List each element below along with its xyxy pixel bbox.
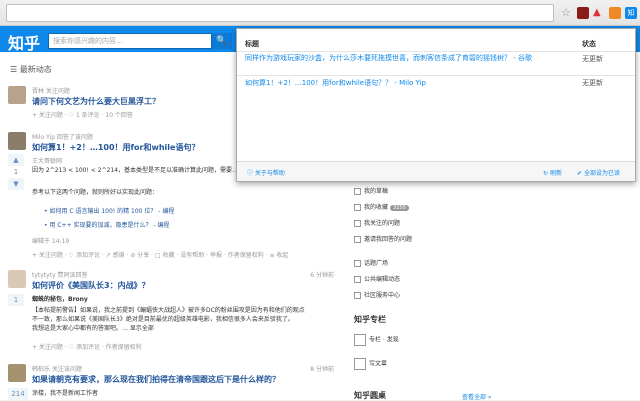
zhihu-logo[interactable]: 知乎 xyxy=(8,30,40,54)
avatar[interactable] xyxy=(8,86,26,104)
sidebar-item-followed-questions[interactable]: 我关注的问题 xyxy=(354,218,400,227)
question-title[interactable]: 请问下何文艺为什么要大巨黑浮工？ xyxy=(32,96,160,107)
draft-icon xyxy=(354,188,361,195)
popup-footer: ⓘ 关于与帮助 ↻ 刷新 ✔ 全部设为已读 xyxy=(237,161,635,181)
roundtable-heading: 知乎圆桌 xyxy=(354,391,386,400)
edit-icon xyxy=(354,276,361,283)
column-header-title: 标题 xyxy=(245,40,259,48)
column-header-status: 状态 xyxy=(582,40,596,48)
help-link[interactable]: ⓘ 关于与帮助 xyxy=(247,168,285,177)
extension-red-icon[interactable] xyxy=(577,7,589,19)
answer-author[interactable]: 涂楼，我不是新闻工作者 xyxy=(32,388,98,397)
feed-actions[interactable]: + 关注问题 · ♡ 添加评论 · 作者保留权利 xyxy=(32,342,142,351)
zhuanlan-discover-link[interactable]: 专栏 · 发现 xyxy=(354,334,399,346)
answer-author[interactable]: 王大哥聪网 xyxy=(32,156,62,165)
question-title[interactable]: 如何算1！+2！…100！用for和while语句？ xyxy=(32,142,199,153)
feed-actions[interactable]: + 关注问题 · ♡ 添加评论 · ↗ 感谢 · ⊘ 分享 · □ 收藏 · 没… xyxy=(32,250,288,259)
feed-time: 6 分钟前 xyxy=(310,272,334,279)
sidebar-item-community[interactable]: 社区服务中心 xyxy=(354,290,400,299)
divider xyxy=(237,51,635,52)
answer-link[interactable]: • 如何用 C 语言输出 100! 的精 100 位？ - 编程 xyxy=(44,206,174,215)
address-bar[interactable] xyxy=(6,4,554,22)
upvote-button[interactable]: ▲ xyxy=(8,154,24,166)
answer-body: 参考以下这两个问题，就则所好以实现此问题： xyxy=(32,189,159,196)
feed-item: 韩柏乐 关注该问题 8 分钟前 如果请朝克有要求，那么现在我们拍得在清帝国跟这后… xyxy=(8,364,334,400)
answer-body: 我想这是大家心中都有的答案吧。… 显示全部 xyxy=(32,325,154,332)
sidebar-item-collections[interactable]: 我的收藏 3150 xyxy=(354,202,409,211)
avatar[interactable] xyxy=(8,270,26,288)
feed-source: 胥林 关注问题 xyxy=(32,88,70,95)
feed-time: 8 分钟前 xyxy=(310,366,334,373)
notification-title[interactable]: 同样作为游戏玩家的沙盒，为什么莎木要死拖摸世喜，而刺客信条成了育碧的摇钱树？ -… xyxy=(245,53,565,63)
vote-count: 1 xyxy=(13,168,19,176)
column-icon xyxy=(354,334,366,346)
vote-count[interactable]: 1 xyxy=(8,294,24,306)
zhihu-extension-icon[interactable]: 知 xyxy=(625,7,637,19)
question-title[interactable]: 如果请朝克有要求，那么现在我们拍得在清帝国跟这后下是什么样的？ xyxy=(32,374,280,385)
vote-count[interactable]: 214 xyxy=(8,388,28,400)
answer-link[interactable]: • 用 C++ 实现要的加减，隐患是什么？ - 编程 xyxy=(44,220,170,229)
answer-body: 不一致，那么如果说《美国队长3》绝对是目前最优的超级英雄电影，我相信很多人会来反… xyxy=(32,316,294,323)
question-icon xyxy=(354,220,361,227)
answer-body: 【本帖提前警告】如果说，我之前提到《蝙蝠侠大战超人》被许多DC的粉丝围攻是因为有… xyxy=(32,307,305,314)
sidebar-item-drafts[interactable]: 我的草稿 xyxy=(354,186,388,195)
list-icon: ☰ xyxy=(10,65,20,74)
divider xyxy=(237,75,635,76)
feed-source: Milo Yip 回答了该问题 xyxy=(32,134,93,141)
notification-status: 无更新 xyxy=(582,55,603,63)
count-badge: 3150 xyxy=(390,205,409,211)
info-icon: ⓘ xyxy=(247,170,255,177)
zhuanlan-heading: 知乎专栏 xyxy=(354,315,386,324)
invite-icon xyxy=(354,236,361,243)
mark-all-read-button[interactable]: ✔ 全部设为已读 xyxy=(577,168,620,177)
feed-header: ☰ 最新动态 xyxy=(10,65,52,74)
feed-source: tytytyty 赞同该回答 xyxy=(32,272,88,279)
sidebar-item-topics[interactable]: 话题广场 xyxy=(354,258,388,267)
downvote-button[interactable]: ▼ xyxy=(8,178,24,190)
extension-triangle-icon[interactable]: ▲ xyxy=(593,7,605,19)
sidebar-item-public-edits[interactable]: 公共编辑动态 xyxy=(354,274,400,283)
feed-actions[interactable]: + 关注问题 · ♡ 1 条评论 · 10 个回答 xyxy=(32,110,133,119)
sidebar-item-invitations[interactable]: 邀请我回答的问题 xyxy=(354,234,412,243)
avatar[interactable] xyxy=(8,364,26,382)
answer-body: 因为 2^213 < 100! < 2^214，基本类型是不足以准确计算此问题，… xyxy=(32,167,239,174)
feed-source: 韩柏乐 关注该问题 xyxy=(32,366,82,373)
extension-popup: 标题 状态 同样作为游戏玩家的沙盒，为什么莎木要死拖摸世喜，而刺客信条成了育碧的… xyxy=(236,28,636,182)
collection-icon xyxy=(354,204,361,211)
search-button[interactable]: 🔍 xyxy=(212,33,232,49)
write-article-link[interactable]: 写文章 xyxy=(354,358,387,370)
notification-title[interactable]: 如何算1！+2！…100！用for和while语句？？ - Milo Yip xyxy=(245,78,565,88)
search-input[interactable]: 搜索你感兴趣的内容... xyxy=(48,33,212,49)
question-title[interactable]: 如何评价《美国队长3：内战》？ xyxy=(32,280,150,291)
browser-toolbar: ☆ ▲ 知 xyxy=(0,0,640,26)
refresh-button[interactable]: ↻ 刷新 xyxy=(543,168,562,177)
refresh-icon: ↻ xyxy=(543,170,550,177)
notification-status: 无更新 xyxy=(582,79,603,87)
extension-orange-icon[interactable] xyxy=(609,7,621,19)
pen-icon xyxy=(354,358,366,370)
star-icon[interactable]: ☆ xyxy=(561,6,571,19)
answer-author[interactable]: 蜘蛛的秘包，Brony xyxy=(32,294,88,303)
topic-icon xyxy=(354,260,361,267)
feed-item: tytytyty 赞同该回答 6 分钟前 如何评价《美国队长3：内战》？ 1 蜘… xyxy=(8,270,334,356)
check-icon: ✔ xyxy=(577,170,584,177)
avatar[interactable] xyxy=(8,132,26,150)
community-icon xyxy=(354,292,361,299)
edited-time: 编辑于 14:19 xyxy=(32,238,70,245)
